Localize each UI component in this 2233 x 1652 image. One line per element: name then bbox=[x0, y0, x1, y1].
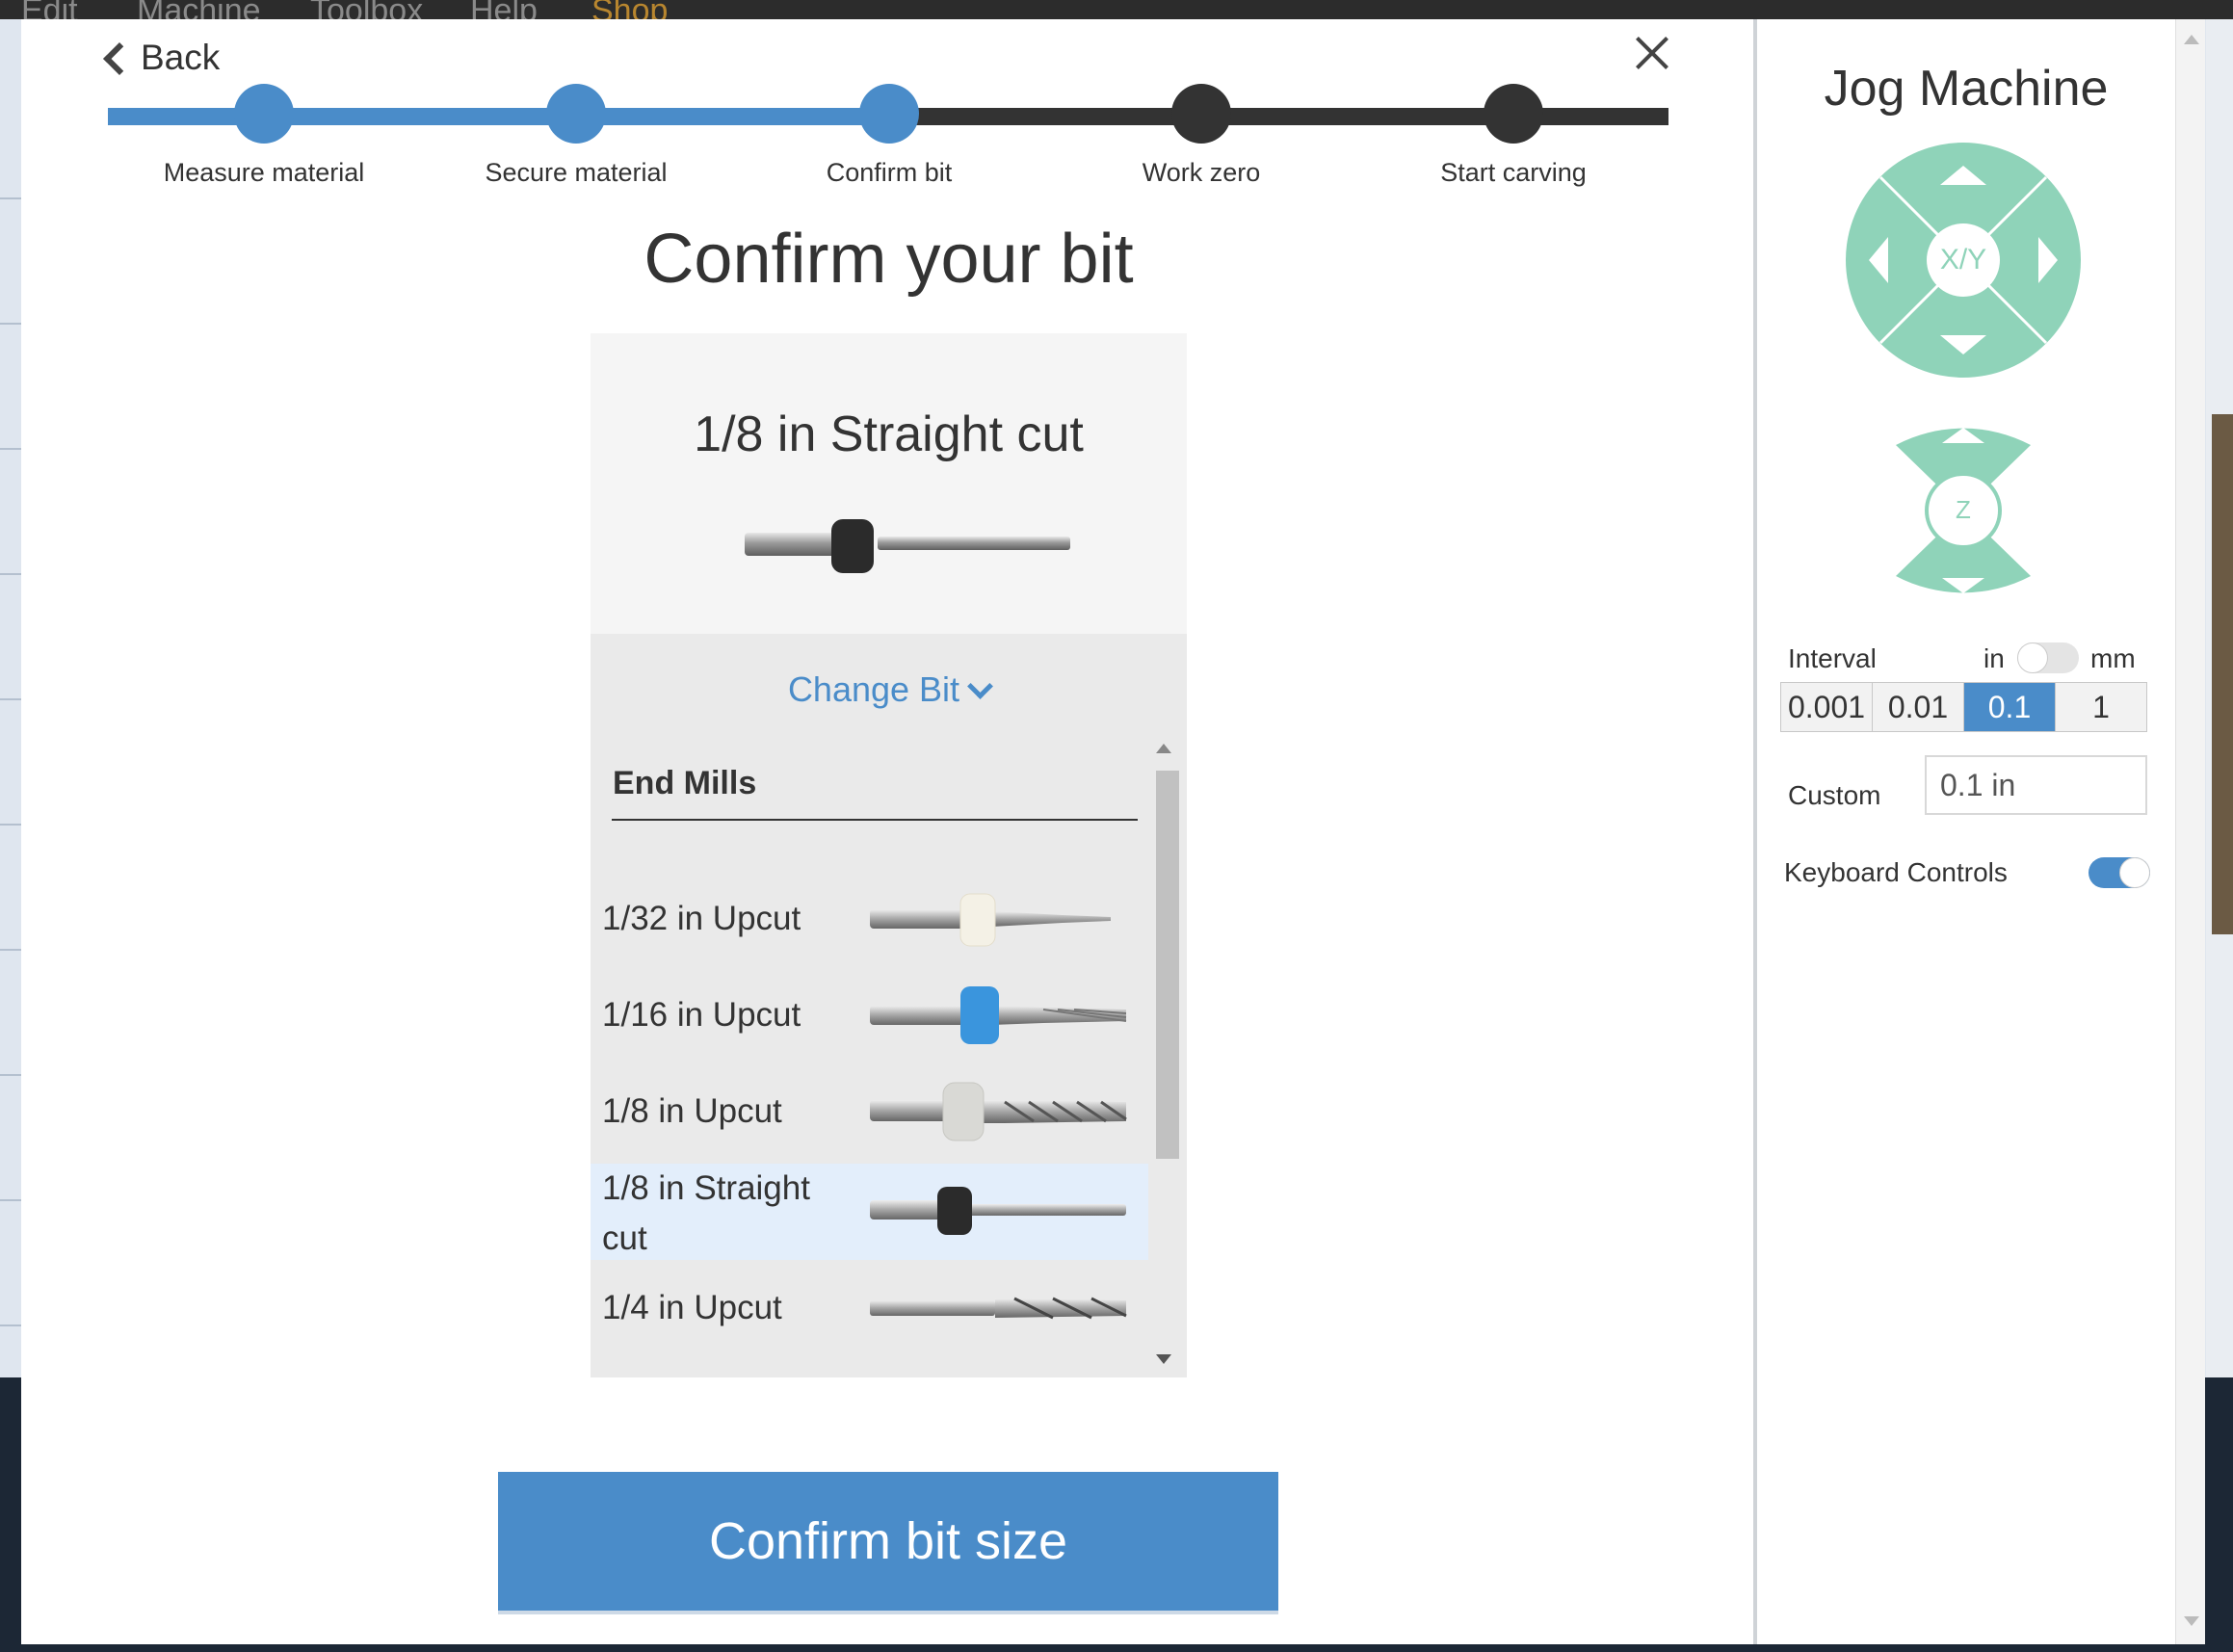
step-dot-secure-material[interactable] bbox=[546, 84, 606, 144]
menu-edit[interactable]: Edit bbox=[21, 0, 78, 19]
scroll-up-icon[interactable] bbox=[1156, 744, 1171, 753]
interval-label: Interval bbox=[1788, 643, 1877, 673]
menu-shop[interactable]: Shop bbox=[591, 0, 668, 19]
scroll-up-icon[interactable] bbox=[2184, 35, 2199, 44]
stepper-progress-pending bbox=[890, 108, 1668, 125]
change-bit-label: Change Bit bbox=[787, 669, 960, 709]
z-label: Z bbox=[1956, 495, 1971, 524]
bit-1-4-upcut-image bbox=[870, 1297, 1127, 1320]
bit-option-1-32-upcut[interactable]: 1/32 in Upcut bbox=[591, 871, 1148, 967]
bit-selector: Change Bit End Mills 1/32 in Upcut 1/16 … bbox=[591, 634, 1187, 1377]
carve-wizard-modal: Back Measure material Secure material Co… bbox=[21, 19, 1756, 1644]
bit-option-1-4-upcut[interactable]: 1/4 in Upcut bbox=[591, 1260, 1148, 1356]
step-label-start-carving: Start carving bbox=[1440, 158, 1587, 187]
category-divider bbox=[612, 819, 1138, 821]
selected-bit-card: 1/8 in Straight cut bbox=[591, 333, 1187, 634]
step-dot-confirm-bit[interactable] bbox=[859, 84, 919, 144]
chevron-down-icon bbox=[967, 672, 993, 699]
selected-bit-image bbox=[745, 519, 1070, 573]
interval-0-001-button[interactable]: 0.001 bbox=[1781, 683, 1873, 731]
interval-0-01-button[interactable]: 0.01 bbox=[1873, 683, 1964, 731]
bit-category-heading: End Mills bbox=[613, 765, 757, 801]
scroll-down-icon[interactable] bbox=[2184, 1616, 2199, 1626]
chevron-left-icon bbox=[103, 42, 136, 75]
xy-label: X/Y bbox=[1939, 244, 1987, 275]
interval-1-button[interactable]: 1 bbox=[2056, 683, 2146, 731]
panel-scrollbar[interactable] bbox=[2175, 19, 2205, 1644]
scroll-down-icon[interactable] bbox=[1156, 1354, 1171, 1364]
bit-1-8-straight-image bbox=[870, 1187, 1126, 1235]
custom-label: Custom bbox=[1788, 780, 1881, 810]
bit-option-1-8-straight-cut[interactable]: 1/8 in Straight cut bbox=[591, 1164, 1148, 1260]
bit-option-1-8-upcut[interactable]: 1/8 in Upcut bbox=[591, 1063, 1148, 1160]
bit-option-name: 1/16 in Upcut bbox=[602, 996, 801, 1034]
step-dot-start-carving bbox=[1484, 84, 1543, 144]
keyboard-controls-label: Keyboard Controls bbox=[1784, 857, 2008, 887]
bit-list-scroll-thumb[interactable] bbox=[1156, 771, 1179, 1159]
bit-option-name: 1/32 in Upcut bbox=[602, 900, 801, 937]
step-label-secure-material: Secure material bbox=[485, 158, 668, 187]
background-material-preview bbox=[2212, 414, 2233, 934]
confirm-bit-size-button[interactable]: Confirm bit size bbox=[498, 1472, 1278, 1611]
bit-list-scrollbar[interactable] bbox=[1148, 730, 1187, 1377]
selected-bit-name: 1/8 in Straight cut bbox=[694, 406, 1084, 462]
back-label: Back bbox=[141, 38, 221, 77]
menu-help[interactable]: Help bbox=[470, 0, 538, 19]
step-label-work-zero: Work zero bbox=[1142, 158, 1261, 187]
bit-1-16-image bbox=[870, 986, 1127, 1044]
jog-machine-panel: Jog Machine X/Y Z Interval in mm 0.001 0… bbox=[1757, 19, 2175, 1644]
step-dot-measure-material[interactable] bbox=[234, 84, 294, 144]
change-bit-toggle[interactable]: Change Bit bbox=[591, 663, 1187, 717]
unit-mm-label: mm bbox=[2090, 643, 2136, 673]
jog-title: Jog Machine bbox=[1824, 61, 2109, 117]
bit-1-32-image bbox=[870, 893, 1111, 947]
bit-option-name: 1/8 in Upcut bbox=[602, 1092, 782, 1130]
step-label-measure-material: Measure material bbox=[163, 158, 365, 187]
bit-option-name: 1/8 in Straight cut bbox=[602, 1169, 810, 1257]
stepper-progress-complete bbox=[108, 108, 890, 125]
step-dot-work-zero bbox=[1171, 84, 1231, 144]
interval-selector: 0.001 0.01 0.1 1 bbox=[1780, 682, 2147, 732]
page-title: Confirm your bit bbox=[644, 221, 1134, 298]
bit-option-1-16-upcut[interactable]: 1/16 in Upcut bbox=[591, 967, 1148, 1063]
app-menubar: Edit Machine Toolbox Help Shop bbox=[0, 0, 2233, 19]
interval-0-1-button[interactable]: 0.1 bbox=[1964, 683, 2056, 731]
step-label-confirm-bit: Confirm bit bbox=[826, 158, 953, 187]
back-button[interactable]: Back bbox=[103, 31, 221, 85]
custom-interval-input[interactable] bbox=[1925, 755, 2147, 815]
menu-toolbox[interactable]: Toolbox bbox=[310, 0, 423, 19]
bit-option-name: 1/4 in Upcut bbox=[602, 1289, 782, 1326]
unit-toggle[interactable] bbox=[2017, 642, 2079, 673]
unit-in-label: in bbox=[1983, 643, 2005, 673]
menu-machine[interactable]: Machine bbox=[137, 0, 261, 19]
close-button[interactable] bbox=[1633, 34, 1671, 72]
bit-1-8-upcut-image bbox=[870, 1082, 1127, 1141]
keyboard-controls-toggle[interactable] bbox=[2089, 857, 2150, 888]
